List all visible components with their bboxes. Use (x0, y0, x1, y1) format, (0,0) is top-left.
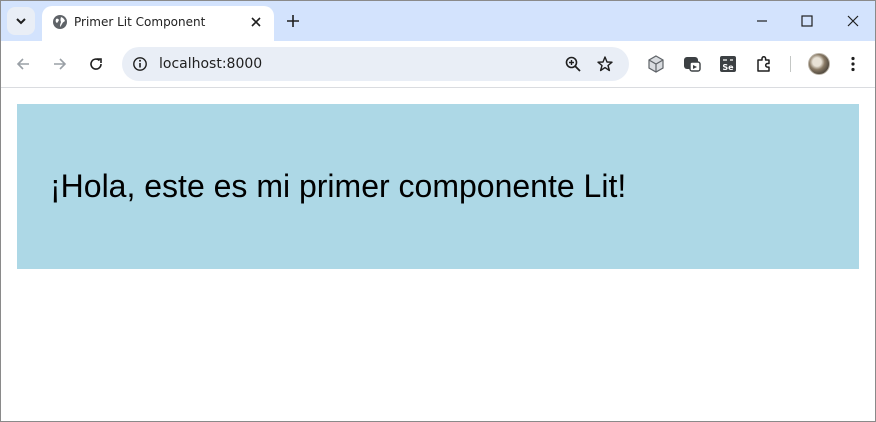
profile-avatar[interactable] (808, 53, 830, 75)
address-bar[interactable]: localhost:8000 (122, 47, 629, 81)
screen-extension-icon[interactable] (682, 54, 702, 74)
window-close-icon[interactable] (845, 13, 861, 29)
puzzle-extensions-icon[interactable] (754, 54, 774, 74)
browser-window: Primer Lit Component localhost:8000 Se ¡… (0, 0, 876, 422)
back-arrow-icon[interactable] (14, 55, 32, 73)
star-icon[interactable] (596, 55, 614, 73)
tab-search-icon (16, 18, 26, 25)
lit-component: ¡Hola, este es mi primer componente Lit! (17, 104, 859, 269)
tab-search-button[interactable] (7, 7, 35, 35)
page-viewport: ¡Hola, este es mi primer componente Lit! (1, 88, 875, 421)
site-info-icon (133, 57, 147, 71)
site-info-button[interactable] (128, 52, 152, 76)
tab-title: Primer Lit Component (74, 15, 206, 29)
zoom-icon[interactable] (564, 55, 582, 73)
globe-icon (53, 15, 67, 29)
svg-text:Se: Se (722, 63, 734, 72)
tab-strip: Primer Lit Component (1, 1, 875, 41)
cube-extension-icon[interactable] (646, 54, 666, 74)
plus-icon[interactable] (285, 13, 301, 29)
active-tab[interactable]: Primer Lit Component (42, 6, 274, 41)
close-icon[interactable] (248, 14, 264, 30)
forward-arrow-icon[interactable] (51, 55, 69, 73)
maximize-icon[interactable] (799, 13, 815, 29)
url-text[interactable]: localhost:8000 (159, 55, 262, 73)
kebab-menu-icon[interactable] (843, 54, 863, 74)
selenium-icon[interactable]: Se (718, 54, 738, 74)
toolbar-separator (790, 56, 791, 72)
browser-toolbar: localhost:8000 Se (1, 41, 875, 88)
reload-icon[interactable] (87, 55, 105, 73)
minimize-icon[interactable] (754, 13, 770, 29)
component-heading: ¡Hola, este es mi primer componente Lit! (50, 168, 627, 204)
